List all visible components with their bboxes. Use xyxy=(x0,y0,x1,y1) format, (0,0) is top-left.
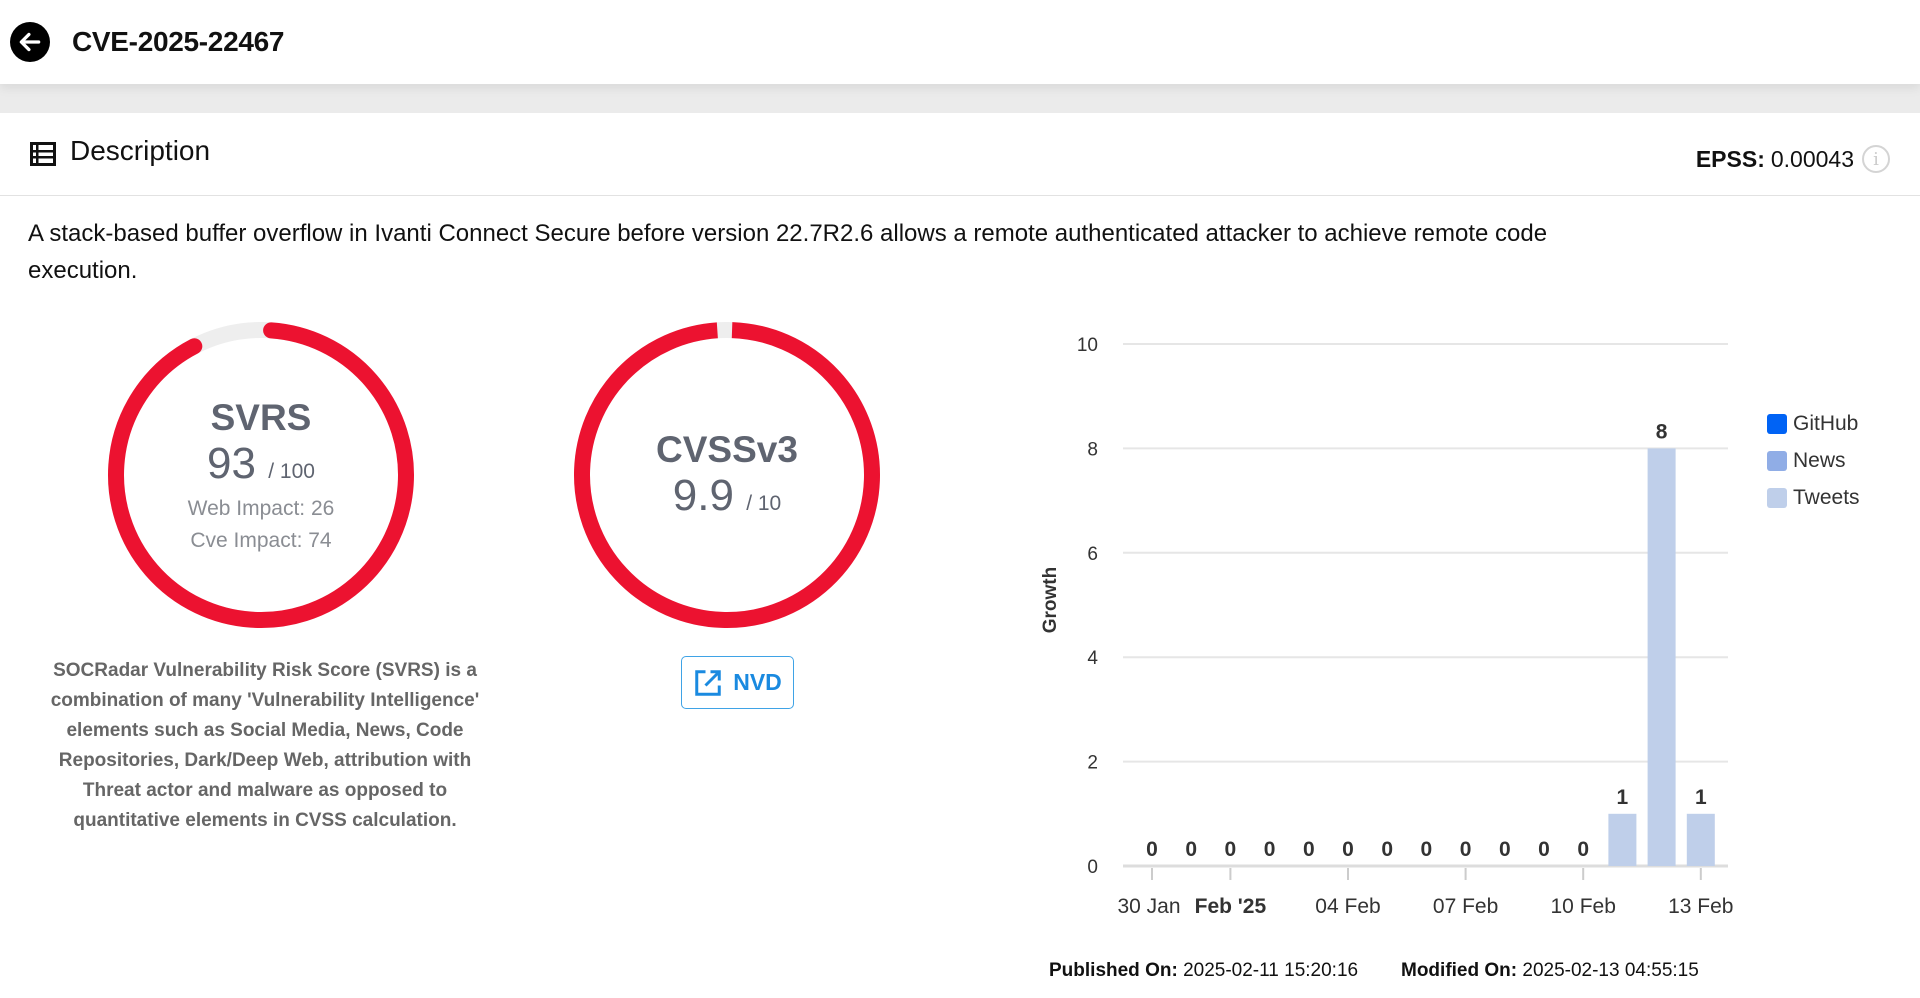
legend-item-github[interactable]: GitHub xyxy=(1767,405,1860,442)
legend-label: News xyxy=(1793,448,1846,472)
nvd-link-button[interactable]: NVD xyxy=(681,656,794,709)
modified-label: Modified On: xyxy=(1401,960,1518,981)
info-icon[interactable]: i xyxy=(1862,145,1890,173)
published-label: Published On: xyxy=(1049,960,1178,981)
epss: EPSS: 0.00043 i xyxy=(1696,145,1890,173)
arrow-left-icon xyxy=(19,32,41,52)
legend-swatch xyxy=(1767,487,1787,508)
web-impact: Web Impact: 26 xyxy=(187,497,335,520)
cve-impact: Cve Impact: 74 xyxy=(190,529,332,552)
legend-label: Tweets xyxy=(1793,485,1860,509)
modified-on: Modified On: 2025-02-13 04:55:15 xyxy=(1401,960,1699,982)
legend-swatch xyxy=(1767,413,1787,434)
legend-item-news[interactable]: News xyxy=(1767,442,1860,479)
published-value: 2025-02-11 15:20:16 xyxy=(1183,960,1359,981)
nvd-label: NVD xyxy=(733,669,782,695)
cvss-max: / 10 xyxy=(746,492,782,515)
chart-legend: GitHub News Tweets xyxy=(1767,405,1860,516)
card-header: Description EPSS: 0.00043 i xyxy=(0,113,1920,196)
legend-swatch xyxy=(1767,450,1787,471)
modified-value: 2025-02-13 04:55:15 xyxy=(1522,960,1699,981)
cvss-label: CVSSv3 xyxy=(656,429,798,470)
page-title: CVE-2025-22467 xyxy=(72,26,285,57)
cvss-gauge: CVSSv3 9.9 / 10 xyxy=(572,320,882,630)
description-text: A stack-based buffer overflow in Ivanti … xyxy=(28,220,1548,284)
back-button[interactable] xyxy=(10,22,50,62)
published-on: Published On: 2025-02-11 15:20:16 xyxy=(1049,960,1358,982)
svrs-score: 93 xyxy=(207,439,256,488)
section-title: Description xyxy=(70,135,211,166)
description-card: Description EPSS: 0.00043 i A stack-base… xyxy=(0,113,1920,998)
top-bar: CVE-2025-22467 xyxy=(0,0,1920,84)
svrs-note: SOCRadar Vulnerability Risk Score (SVRS)… xyxy=(50,660,480,831)
cvss-score: 9.9 xyxy=(672,471,734,520)
legend-label: GitHub xyxy=(1793,411,1859,435)
legend-item-tweets[interactable]: Tweets xyxy=(1767,479,1860,516)
svrs-label: SVRS xyxy=(210,397,312,438)
svrs-gauge: SVRS 93 / 100 Web Impact: 26 Cve Impact:… xyxy=(106,320,416,630)
epss-label: EPSS: xyxy=(1695,145,1765,172)
list-icon xyxy=(30,142,56,166)
epss-value: 0.00043 xyxy=(1770,145,1854,172)
external-link-icon xyxy=(695,669,721,696)
svrs-max: / 100 xyxy=(268,460,315,483)
